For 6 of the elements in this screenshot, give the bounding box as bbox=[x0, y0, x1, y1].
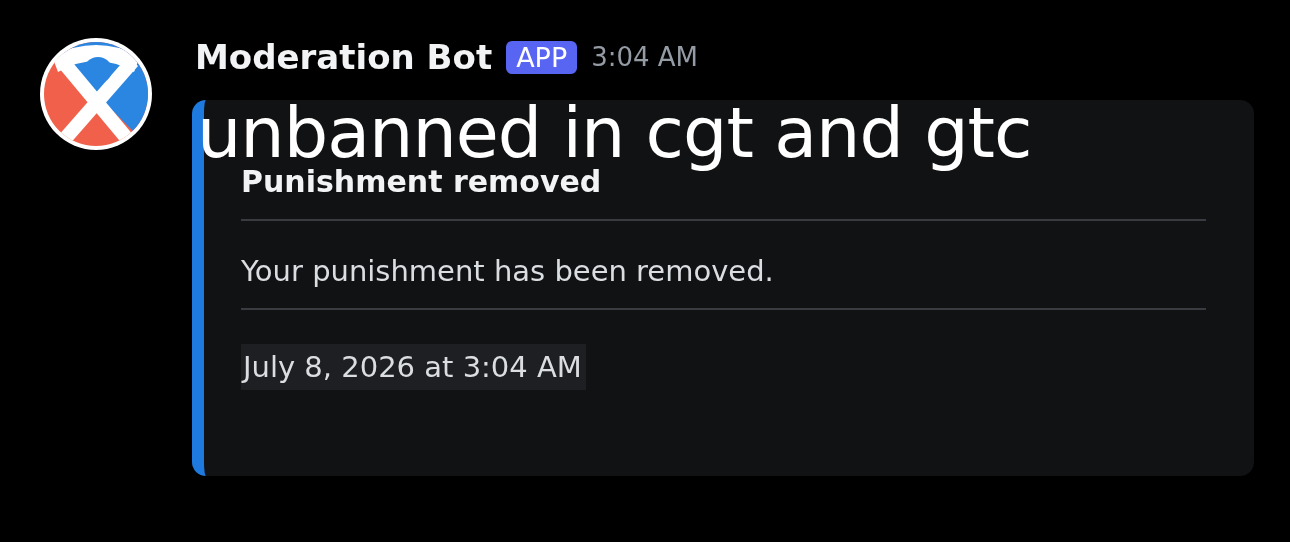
message-time: 3:04 AM bbox=[591, 42, 699, 72]
embed-timestamp: July 8, 2026 at 3:04 AM bbox=[241, 344, 586, 390]
author-name[interactable]: Moderation Bot bbox=[195, 37, 493, 77]
avatar-icon bbox=[38, 36, 154, 152]
embed-description: Your punishment has been removed. bbox=[241, 253, 775, 289]
app-badge: APP bbox=[506, 40, 578, 74]
